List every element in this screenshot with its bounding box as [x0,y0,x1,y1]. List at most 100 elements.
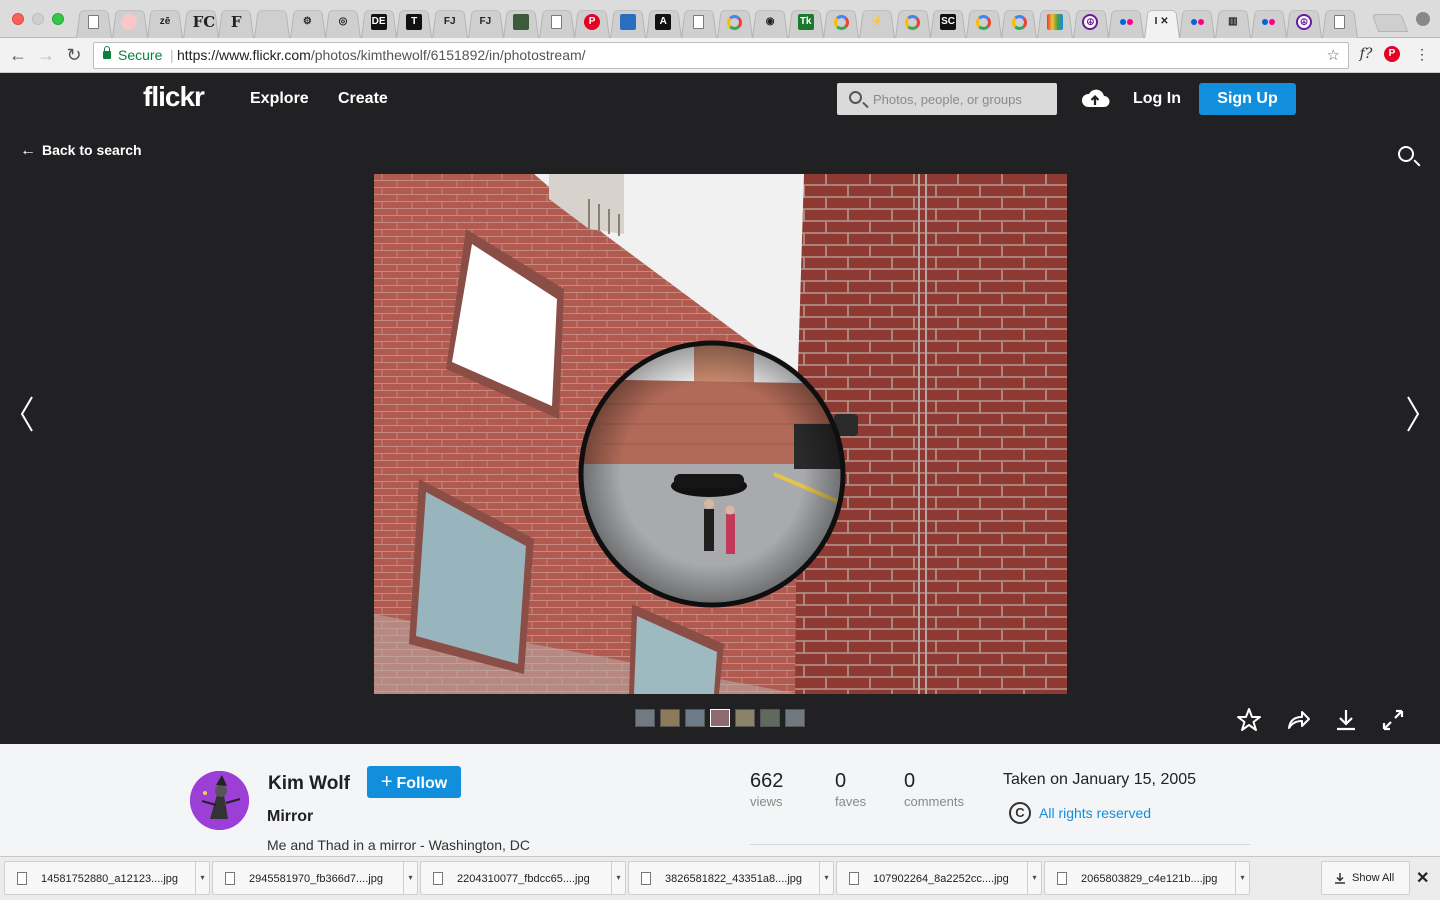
reload-icon[interactable]: ↻ [63,44,85,66]
login-link[interactable]: Log In [1133,90,1181,108]
previous-photo-chevron-icon[interactable] [19,394,35,434]
tree-icon [264,14,280,30]
window-zoom-button[interactable] [52,13,64,25]
photostream-thumbnail[interactable] [710,709,730,727]
close-shelf-icon[interactable]: ✕ [1416,868,1429,888]
download-item[interactable]: 107902264_8a2252cc....jpg ▾ [836,861,1042,895]
profile-icon[interactable] [1416,12,1430,26]
photostream-thumbnail[interactable] [660,709,680,727]
font-extension-icon[interactable]: f? [1356,44,1376,64]
address-bar[interactable]: Secure | https://www.flickr.com/photos/k… [93,42,1349,69]
browser-tab[interactable]: ⚡ [859,6,895,38]
browser-tab[interactable]: FJ [468,6,504,38]
t-icon: T [406,14,423,30]
browser-tab[interactable]: DE [361,6,397,38]
browser-tab[interactable]: A [646,6,682,38]
download-item[interactable]: 2065803829_c4e121b....jpg ▾ [1044,861,1250,895]
browser-tab[interactable] [1251,6,1287,38]
browser-tab[interactable] [823,6,859,38]
stage-search-icon[interactable] [1398,146,1414,162]
download-options-caret-icon[interactable]: ▾ [1235,862,1249,894]
show-all-downloads-button[interactable]: Show All [1321,861,1410,895]
browser-tab[interactable] [1108,6,1144,38]
pinterest-extension-icon[interactable]: P [1384,46,1400,62]
download-item[interactable]: 14581752880_a12123....jpg ▾ [4,861,210,895]
download-options-caret-icon[interactable]: ▾ [195,862,209,894]
photostream-thumbnail[interactable] [685,709,705,727]
download-options-caret-icon[interactable]: ▾ [819,862,833,894]
back-arrow-icon[interactable]: ← [7,44,29,66]
browser-tab[interactable] [254,6,290,38]
browser-tab[interactable]: ◎ [325,6,361,38]
forward-arrow-icon[interactable]: → [35,44,57,66]
browser-tab[interactable]: ☮ [1073,6,1109,38]
window-minimize-button[interactable] [32,13,44,25]
nav-create[interactable]: Create [338,90,388,108]
browser-tab[interactable] [503,6,539,38]
upload-cloud-icon[interactable] [1080,87,1110,109]
browser-tab[interactable]: T [396,6,432,38]
photostream-thumbnail[interactable] [735,709,755,727]
browser-tab[interactable] [76,6,112,38]
browser-tab[interactable]: ⚙ [290,6,326,38]
browser-tab[interactable] [610,6,646,38]
google-icon [833,14,849,30]
new-tab-button[interactable] [1371,14,1409,32]
browser-tab[interactable]: F [218,6,254,38]
fc-icon: FC [192,13,216,31]
owner-name[interactable]: Kim Wolf [268,773,350,795]
main-photo[interactable] [374,174,1067,694]
browser-tab[interactable]: I ✕ [1144,6,1180,38]
bookmark-star-icon[interactable]: ☆ [1327,43,1340,68]
browser-tab[interactable] [112,6,148,38]
file-icon [225,872,235,885]
flickr-logo[interactable]: flickr [143,81,205,113]
download-icon[interactable] [1333,707,1359,733]
browser-tab[interactable] [966,6,1002,38]
browser-tab[interactable] [895,6,931,38]
tk-icon: Tk [797,14,814,30]
nav-explore[interactable]: Explore [250,90,309,108]
photostream-thumbnail[interactable] [760,709,780,727]
browser-tab[interactable] [1037,6,1073,38]
browser-tab[interactable]: Tk [788,6,824,38]
browser-tab[interactable] [717,6,753,38]
download-item[interactable]: 2204310077_fbdcc65....jpg ▾ [420,861,626,895]
browser-tab[interactable]: ◉ [752,6,788,38]
browser-tab[interactable]: ▥ [1215,6,1251,38]
browser-tab[interactable] [1179,6,1215,38]
search-input[interactable] [873,83,1053,115]
next-photo-chevron-icon[interactable] [1405,394,1421,434]
photostream-thumbnail[interactable] [785,709,805,727]
comments-stat: 0 comments [904,770,964,809]
browser-tab[interactable]: SC [930,6,966,38]
download-item[interactable]: 3826581822_43351a8....jpg ▾ [628,861,834,895]
search-icon[interactable] [849,91,862,104]
download-options-caret-icon[interactable]: ▾ [1027,862,1041,894]
fj-icon: FJ [479,16,492,27]
download-options-caret-icon[interactable]: ▾ [611,862,625,894]
photostream-thumbnail[interactable] [635,709,655,727]
fullscreen-expand-icon[interactable] [1380,707,1406,733]
license-link[interactable]: All rights reserved [1039,805,1151,821]
browser-tab[interactable]: P [574,6,610,38]
google-icon [976,14,992,30]
browser-tab[interactable] [1001,6,1037,38]
favorite-star-icon[interactable] [1236,707,1262,733]
window-close-button[interactable] [12,13,24,25]
browser-tab[interactable] [681,6,717,38]
back-to-search-link[interactable]: ← Back to search [20,142,142,160]
share-arrow-icon[interactable] [1285,707,1311,733]
download-item[interactable]: 2945581970_fb366d7....jpg ▾ [212,861,418,895]
browser-tab[interactable]: FJ [432,6,468,38]
browser-tab[interactable] [539,6,575,38]
download-options-caret-icon[interactable]: ▾ [403,862,417,894]
browser-tab[interactable]: zē [147,6,183,38]
browser-menu-icon[interactable]: ⋮ [1412,44,1432,64]
browser-tab[interactable] [1322,6,1358,38]
browser-tab[interactable]: FC [183,6,219,38]
owner-avatar[interactable] [190,771,249,830]
signup-button[interactable]: Sign Up [1199,83,1296,115]
browser-tab[interactable]: ☮ [1286,6,1322,38]
follow-button[interactable]: + Follow [367,766,461,798]
